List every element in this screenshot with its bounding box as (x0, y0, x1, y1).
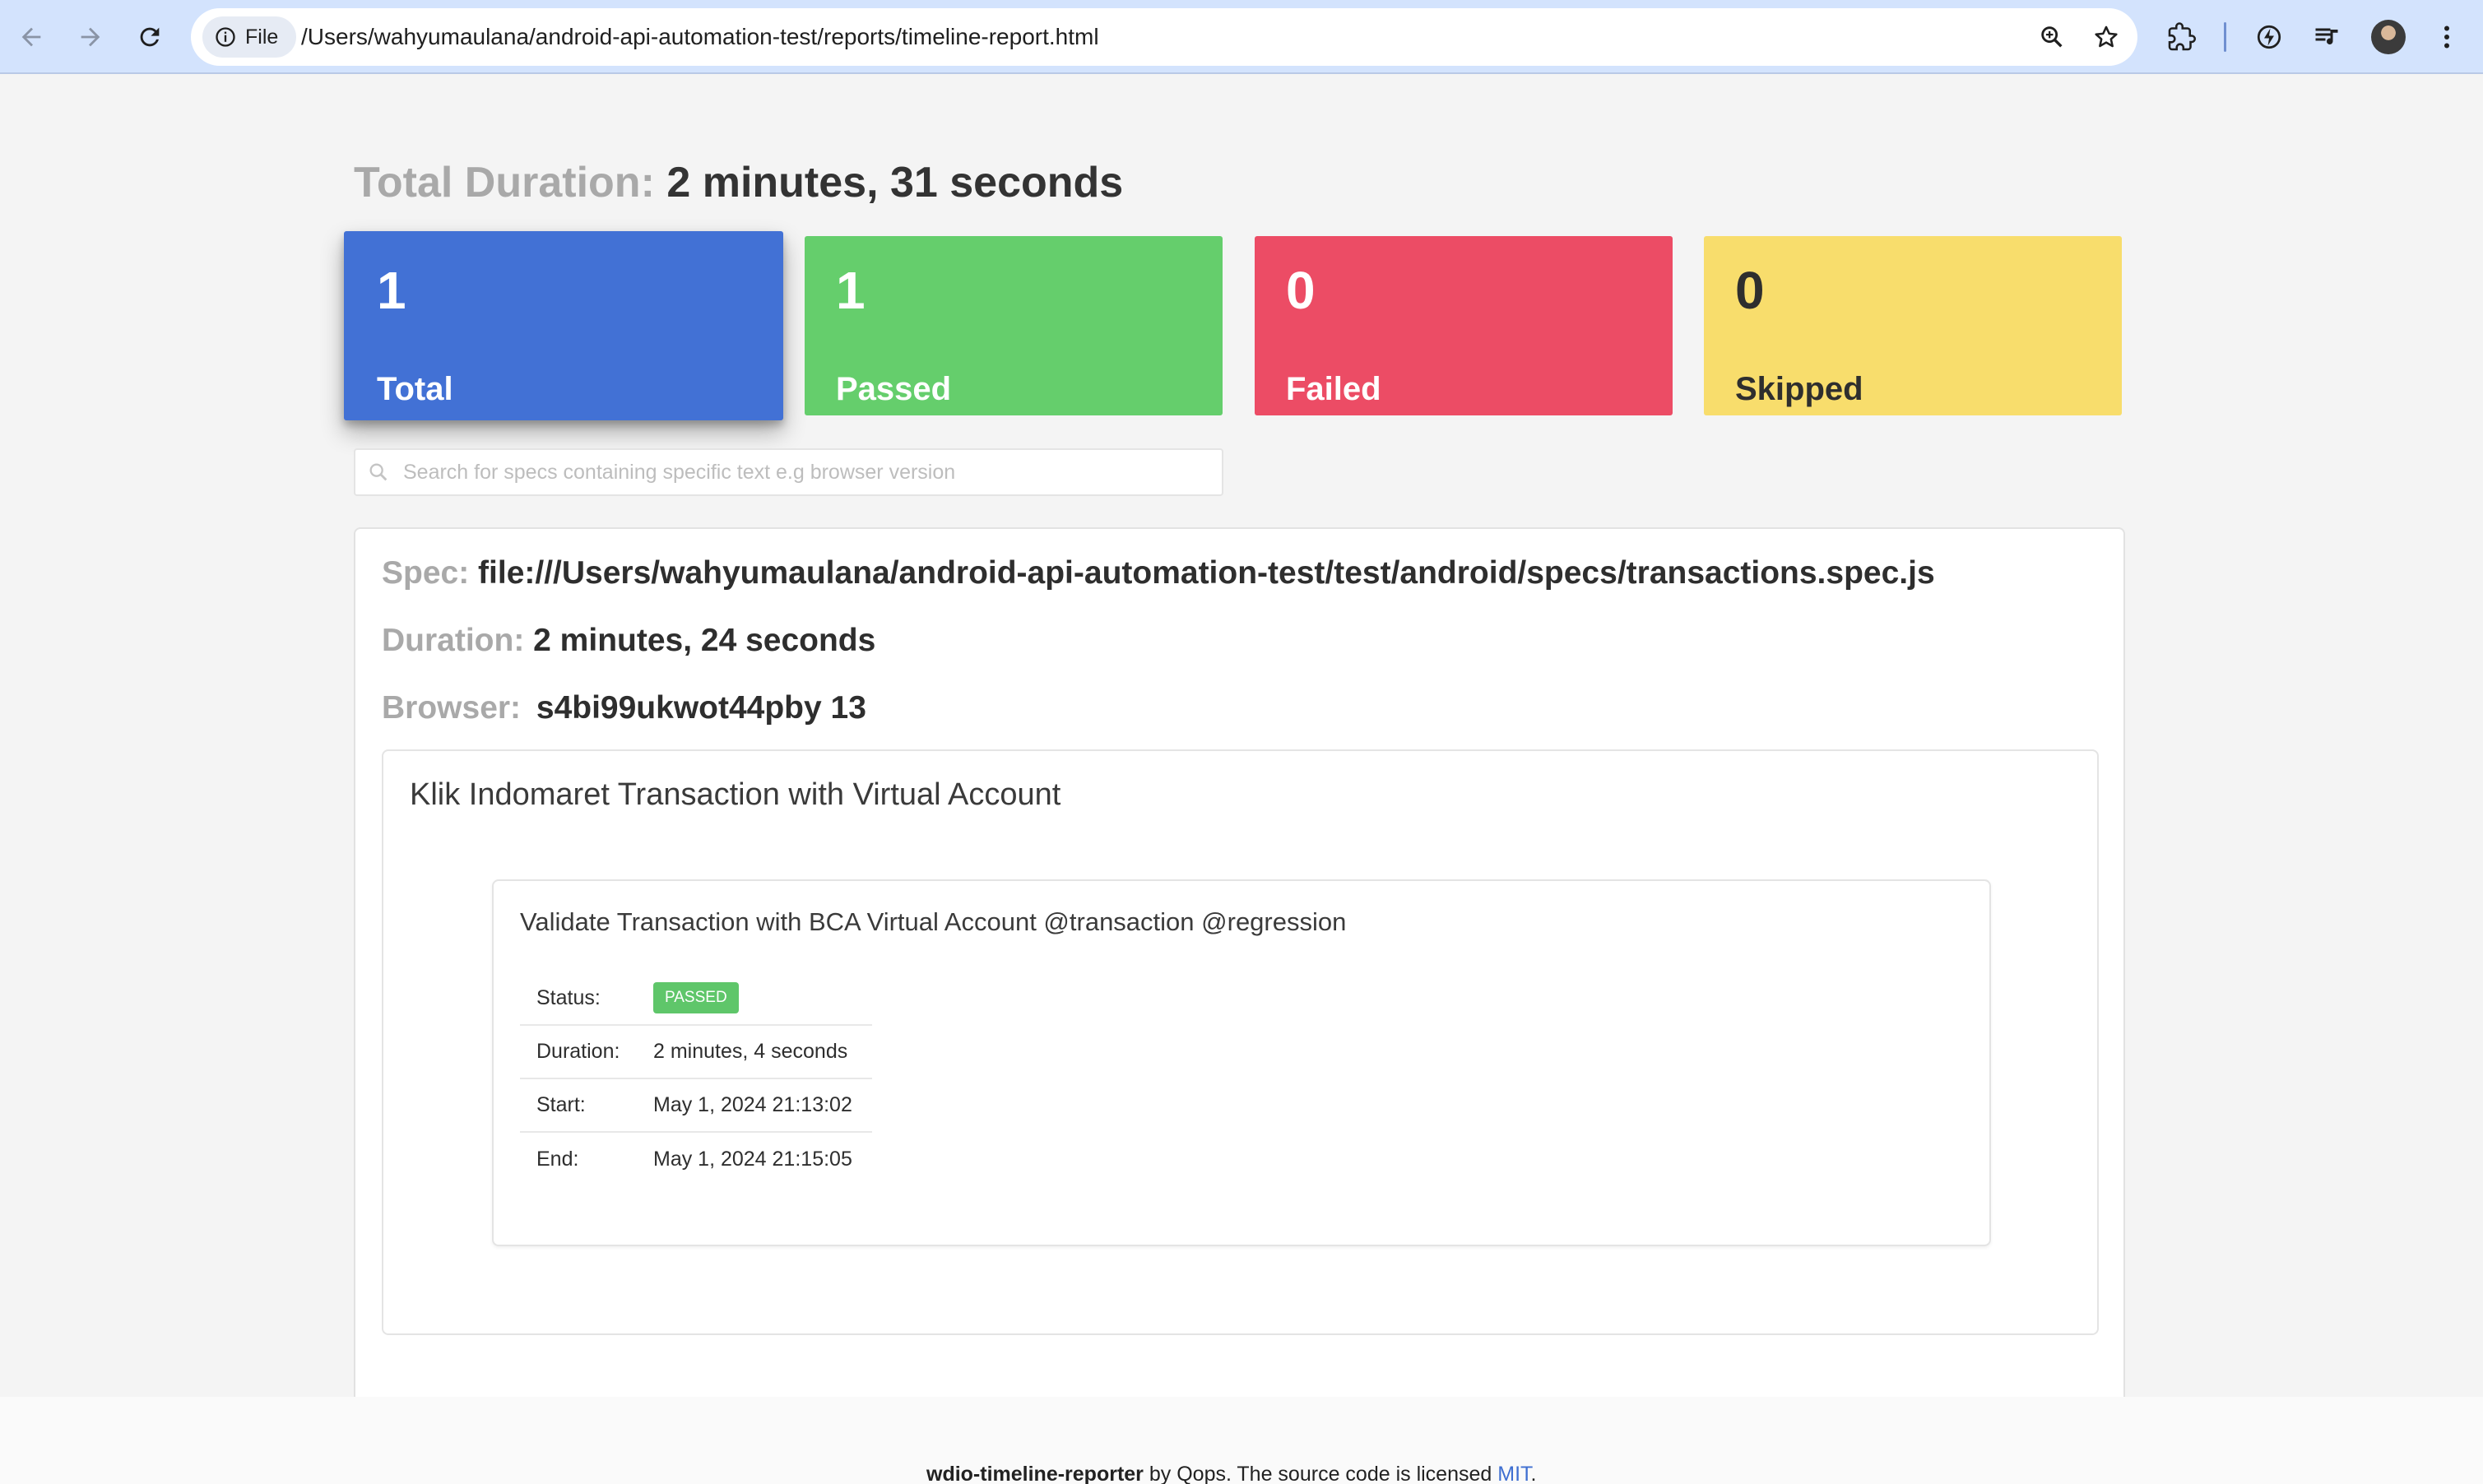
table-row: End: May 1, 2024 21:15:05 (520, 1132, 872, 1185)
spec-value: file:///Users/wahyumaulana/android-api-a… (478, 555, 1935, 591)
spec-browser-value: s4bi99ukwot44pby 13 (536, 690, 866, 726)
reload-icon (140, 27, 160, 47)
failed-card[interactable]: 0 Failed (1255, 236, 1673, 415)
suite-panel: Klik Indomaret Transaction with Virtual … (382, 749, 2099, 1335)
total-count: 1 (377, 261, 406, 320)
passed-card[interactable]: 1 Passed (805, 236, 1223, 415)
spec-panel: Spec: file:///Users/wahyumaulana/android… (354, 527, 2125, 1440)
end-value: May 1, 2024 21:15:05 (653, 1147, 852, 1171)
browser-menu-button[interactable] (2425, 16, 2468, 58)
zoom-button[interactable] (2034, 19, 2070, 55)
star-icon (2095, 26, 2118, 48)
status-label: Status: (520, 972, 637, 1026)
table-row: Duration: 2 minutes, 4 seconds (520, 1025, 872, 1079)
test-panel: Validate Transaction with BCA Virtual Ac… (492, 879, 1991, 1246)
footer-project-name: wdio-timeline-reporter (926, 1463, 1144, 1484)
spec-browser: Browser: s4bi99ukwot44pby 13 (382, 690, 866, 726)
forward-arrow-icon (81, 27, 100, 47)
total-duration-label: Total Duration: (354, 159, 655, 206)
avatar[interactable] (2371, 20, 2406, 54)
duration-label: Duration: (520, 1025, 637, 1079)
license-link[interactable]: MIT (1497, 1463, 1530, 1484)
spec-duration: Duration: 2 minutes, 24 seconds (382, 623, 875, 659)
footer: wdio-timeline-reporter by Qops. The sour… (0, 1397, 2483, 1484)
duration-value: 2 minutes, 4 seconds (637, 1025, 872, 1079)
media-controls-button[interactable] (2305, 16, 2348, 58)
browser-toolbar: File /Users/wahyumaulana/android-api-aut… (0, 0, 2483, 74)
test-details-table: Status: PASSED Duration: 2 minutes, 4 se… (520, 972, 872, 1185)
end-label: End: (536, 1147, 579, 1171)
start-value: May 1, 2024 21:13:02 (637, 1078, 872, 1133)
forward-button[interactable] (66, 12, 115, 62)
media-icon (2315, 28, 2338, 44)
toolbar-divider (2224, 22, 2226, 52)
performance-button[interactable] (2248, 16, 2290, 58)
spec-label: Spec: (382, 555, 470, 591)
status-cell: PASSED (637, 972, 872, 1026)
kebab-menu-icon (2444, 26, 2449, 49)
address-bar[interactable]: File /Users/wahyumaulana/android-api-aut… (191, 8, 2137, 66)
total-card[interactable]: 1 Total (344, 231, 783, 420)
total-duration: Total Duration: 2 minutes, 31 seconds (354, 158, 1123, 207)
site-chip-label: File (245, 25, 279, 49)
back-button[interactable] (7, 12, 56, 62)
zoom-icon (2041, 26, 2063, 48)
info-icon (216, 27, 235, 47)
search-icon (369, 463, 388, 481)
failed-count: 0 (1286, 261, 1316, 320)
bookmark-button[interactable] (2088, 19, 2124, 55)
total-duration-value: 2 minutes, 31 seconds (666, 159, 1124, 206)
total-label: Total (377, 371, 453, 407)
skipped-card[interactable]: 0 Skipped (1704, 236, 2122, 415)
url-text[interactable]: /Users/wahyumaulana/android-api-automati… (301, 8, 1099, 66)
spec-browser-label: Browser: (382, 690, 522, 726)
search-box[interactable] (354, 448, 1223, 496)
suite-title: Klik Indomaret Transaction with Virtual … (410, 777, 1061, 812)
footer-text: wdio-timeline-reporter by Qops. The sour… (926, 1463, 1536, 1484)
reload-button[interactable] (125, 12, 174, 62)
spec-duration-value: 2 minutes, 24 seconds (533, 623, 876, 658)
failed-label: Failed (1286, 371, 1381, 407)
search-input[interactable] (403, 460, 1193, 485)
spec-duration-label: Duration: (382, 623, 525, 658)
footer-end: . (1530, 1463, 1537, 1484)
table-row: Status: PASSED (520, 972, 872, 1026)
extensions-icon (2168, 22, 2197, 51)
start-label: Start: (520, 1078, 637, 1133)
spec-path: Spec: file:///Users/wahyumaulana/android… (382, 555, 1935, 591)
status-badge: PASSED (653, 982, 739, 1013)
site-info-chip[interactable]: File (202, 16, 297, 58)
test-title: Validate Transaction with BCA Virtual Ac… (520, 907, 1347, 936)
back-arrow-icon (21, 27, 41, 47)
report-page: Total Duration: 2 minutes, 31 seconds 1 … (0, 76, 2483, 1440)
performance-icon (2257, 25, 2281, 49)
skipped-label: Skipped (1735, 371, 1863, 407)
footer-credit: by Qops. The source code is licensed (1143, 1463, 1498, 1484)
passed-label: Passed (836, 371, 952, 407)
passed-count: 1 (836, 261, 866, 320)
extensions-button[interactable] (2160, 16, 2203, 58)
skipped-count: 0 (1735, 261, 1765, 320)
table-row: Start: May 1, 2024 21:13:02 (520, 1078, 872, 1133)
